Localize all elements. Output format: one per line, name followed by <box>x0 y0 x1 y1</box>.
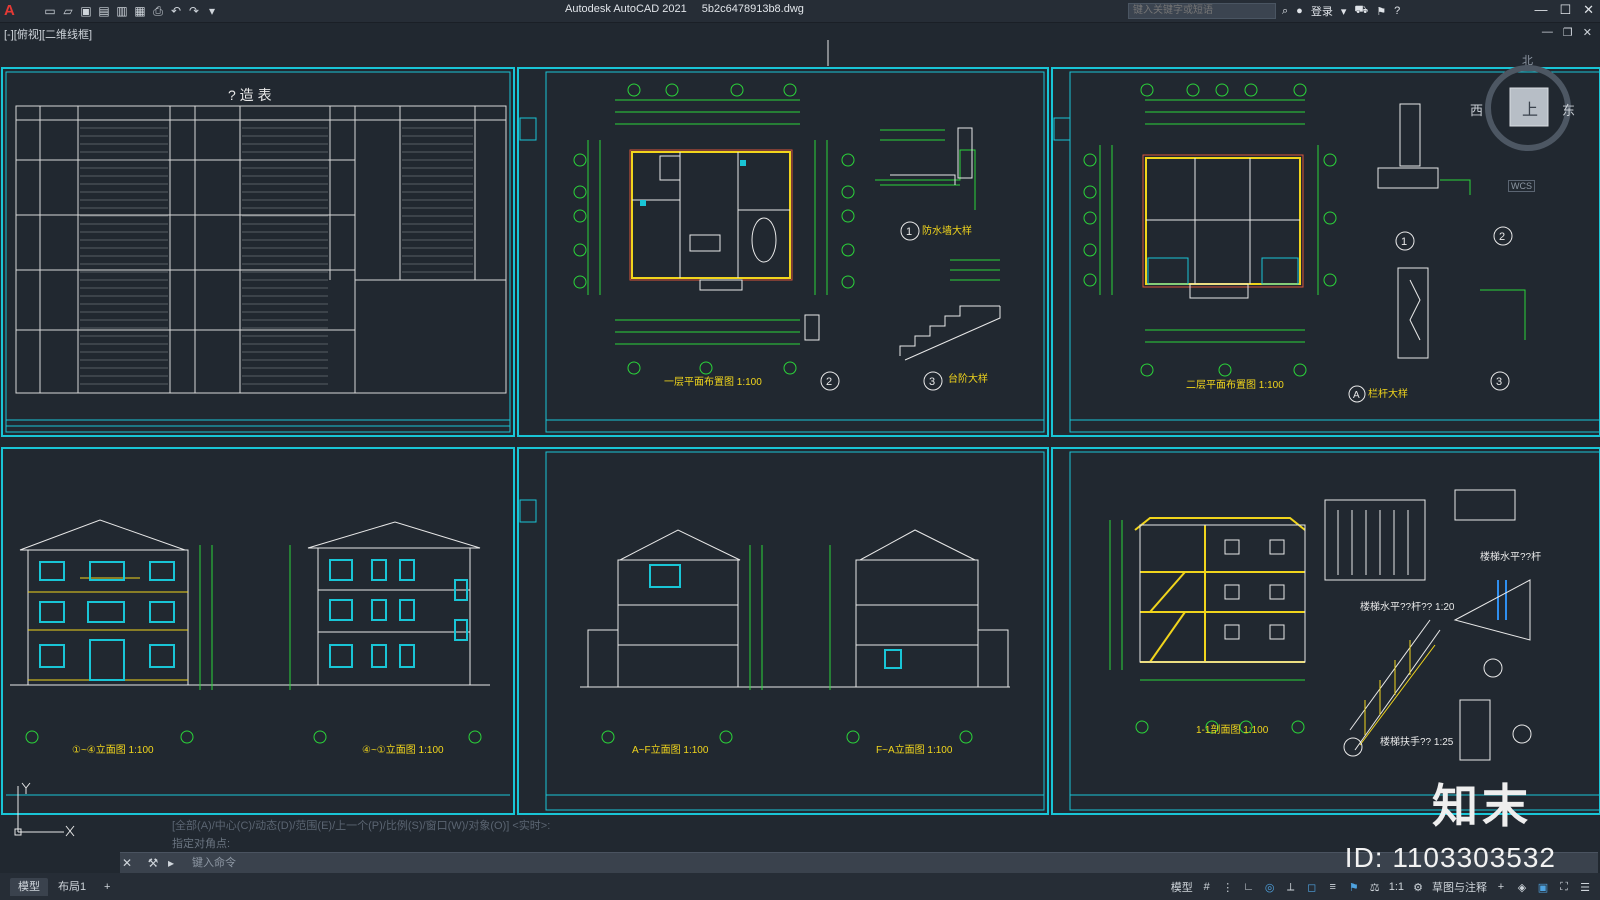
plus-icon[interactable]: + <box>1494 881 1508 893</box>
isolate-icon[interactable]: ◈ <box>1515 881 1529 894</box>
floor-plan-1-caption: 一层平面布置图 1:100 <box>664 376 762 388</box>
viewcube-top-label[interactable]: 上 <box>1522 96 1538 120</box>
sheet-elevation-1: ①~④立面图 1:100 ④~①立面图 1:100 <box>1 447 515 815</box>
command-customize-icon[interactable]: ⚒ <box>146 856 160 870</box>
osnap-icon[interactable]: ◻ <box>1305 881 1319 894</box>
viewcube-north[interactable]: 北 <box>1522 52 1533 68</box>
doc-restore-icon[interactable]: ❐ <box>1563 26 1573 39</box>
sheet-schedule: ? 造 表 <box>1 67 515 437</box>
publish-icon[interactable]: ▥ <box>114 3 130 19</box>
tab-model[interactable]: 模型 <box>10 878 48 896</box>
plot-icon[interactable]: ▦ <box>132 3 148 19</box>
gear-icon[interactable]: ⚙ <box>1411 881 1425 894</box>
status-tools: 模型 # ⋮ ∟ ◎ ⟂ ◻ ≡ ⚑ ⚖ 1:1 ⚙ 草图与注释 + ◈ ▣ ⛶… <box>1171 879 1592 895</box>
detail-1-number: 1 <box>906 226 912 238</box>
status-bar: 模型 布局1 + 模型 # ⋮ ∟ ◎ ⟂ ◻ ≡ ⚑ ⚖ 1:1 ⚙ 草图与注… <box>0 873 1600 900</box>
sheet-section: 1-1剖面图 1:100 楼梯水平??杆 楼梯水平??杆?? 1:20 楼梯扶手… <box>1051 447 1600 815</box>
clean-screen-icon[interactable]: ⛶ <box>1557 881 1571 894</box>
model-space-button[interactable]: 模型 <box>1171 879 1193 895</box>
detail-a-letter: A <box>1353 390 1360 401</box>
a360-icon[interactable]: ⚑ <box>1376 5 1386 18</box>
schedule-title: ? 造 表 <box>228 87 272 103</box>
save-icon[interactable]: ▣ <box>78 3 94 19</box>
viewcube[interactable]: 上 北 西 东 WCS <box>1470 55 1576 192</box>
autocad-logo[interactable]: A <box>4 2 20 19</box>
ucs-icon <box>14 782 75 837</box>
search-icon[interactable]: ⌕ <box>1282 5 1288 18</box>
login-link[interactable]: 登录 <box>1311 3 1333 19</box>
command-close-icon[interactable]: ✕ <box>120 856 134 870</box>
minimize-icon[interactable]: — <box>1534 2 1547 18</box>
detail-a-label: 栏杆大样 <box>1368 387 1408 400</box>
new-icon[interactable]: ▭ <box>42 3 58 19</box>
grid-icon[interactable]: # <box>1200 881 1214 893</box>
elevation-4-caption: F~A立面图 1:100 <box>876 743 953 756</box>
hardware-accel-icon[interactable]: ▣ <box>1536 881 1550 894</box>
scale-dropdown[interactable]: 1:1 <box>1389 881 1404 893</box>
close-icon[interactable]: ✕ <box>1583 2 1594 18</box>
chevron-down-icon[interactable]: ▾ <box>1341 5 1347 18</box>
add-layout-icon[interactable]: + <box>96 878 118 896</box>
search-input[interactable] <box>1128 3 1276 19</box>
viewcube-east[interactable]: 东 <box>1562 100 1575 119</box>
window-controls: — ☐ ✕ <box>1534 2 1594 18</box>
sheet-elevation-2: A~F立面图 1:100 F~A立面图 1:100 <box>517 447 1049 815</box>
redo-icon[interactable]: ↷ <box>186 3 202 19</box>
polar-icon[interactable]: ◎ <box>1263 881 1277 894</box>
title-bar: A ▭ ▱ ▣ ▤ ▥ ▦ ⎙ ↶ ↷ ▾ Autodesk AutoCAD 2… <box>0 0 1600 23</box>
workspace-dropdown[interactable]: 草图与注释 <box>1432 879 1487 895</box>
saveas-icon[interactable]: ▤ <box>96 3 112 19</box>
qat-menu-icon[interactable]: ▾ <box>204 3 220 19</box>
handrail-detail: 楼梯扶手?? 1:25 <box>1380 735 1454 748</box>
annotation-visibility-icon[interactable]: ⚑ <box>1347 881 1361 894</box>
quick-access-toolbar: ▭ ▱ ▣ ▤ ▥ ▦ ⎙ ↶ ↷ ▾ <box>42 3 220 19</box>
user-icon[interactable]: ● <box>1296 5 1303 17</box>
app-title: Autodesk AutoCAD 2021 <box>565 3 687 15</box>
undo-icon[interactable]: ↶ <box>168 3 184 19</box>
customize-menu-icon[interactable]: ☰ <box>1578 881 1592 894</box>
detail-1-label: 防水墙大样 <box>922 224 972 237</box>
elevation-1-caption: ①~④立面图 1:100 <box>72 743 154 756</box>
stair-rail-detail: 楼梯水平??杆?? 1:20 <box>1360 600 1455 613</box>
lineweight-icon[interactable]: ≡ <box>1326 881 1340 893</box>
window-title: Autodesk AutoCAD 2021 5b2c6478913b8.dwg <box>565 3 816 15</box>
wcs-menu[interactable]: WCS <box>1508 180 1535 192</box>
command-history-line-1: [全部(A)/中心(C)/动态(D)/范围(E)/上一个(P)/比例(S)/窗口… <box>172 820 551 832</box>
floor-plan-2-caption: 二层平面布置图 1:100 <box>1186 379 1284 391</box>
doc-minimize-icon[interactable]: — <box>1542 26 1553 39</box>
print-icon[interactable]: ⎙ <box>150 3 166 19</box>
maximize-icon[interactable]: ☐ <box>1559 2 1571 18</box>
open-icon[interactable]: ▱ <box>60 3 76 19</box>
watermark-id: ID: 1103303532 <box>1344 842 1556 873</box>
doc-close-icon[interactable]: ✕ <box>1583 26 1592 39</box>
detail-1b-number: 1 <box>1401 236 1407 248</box>
isodraft-icon[interactable]: ⟂ <box>1284 881 1298 894</box>
help-icon[interactable]: ? <box>1394 5 1400 17</box>
detail-3b-number: 3 <box>1496 376 1502 388</box>
viewcube-west[interactable]: 西 <box>1470 100 1483 119</box>
sheet-floor-plan-1: 1 防水墙大样 3 台阶大样 2 一层平面布置图 1:100 <box>517 67 1049 437</box>
detail-3-label: 台阶大样 <box>948 372 988 385</box>
file-name: 5b2c6478913b8.dwg <box>701 3 804 15</box>
title-tools: ⌕ ● 登录 ▾ ⛟ ⚑ ? <box>1282 3 1400 19</box>
elevation-3-caption: A~F立面图 1:100 <box>632 743 709 756</box>
detail-2-number: 2 <box>826 376 832 388</box>
command-history-line-2: 指定对角点: <box>172 838 231 850</box>
crosshair-cursor <box>827 40 829 66</box>
watermark-brand: 知末 <box>1432 780 1532 832</box>
drawing-window-controls: — ❐ ✕ <box>1542 26 1592 39</box>
elevation-2-caption: ④~①立面图 1:100 <box>362 743 444 756</box>
drawing-canvas[interactable]: ? 造 表 1 防水墙大样 3 台阶大样 2 一层平面布置图 1:100 1 2… <box>0 40 1600 850</box>
stair-rail-note: 楼梯水平??杆 <box>1480 550 1541 563</box>
annotation-scale-icon[interactable]: ⚖ <box>1368 881 1382 894</box>
cart-icon[interactable]: ⛟ <box>1354 4 1368 18</box>
recent-commands-icon[interactable]: ▸ <box>164 856 178 870</box>
ortho-icon[interactable]: ∟ <box>1242 881 1256 893</box>
snap-icon[interactable]: ⋮ <box>1221 881 1235 894</box>
tab-layout1[interactable]: 布局1 <box>50 878 94 896</box>
detail-2b-number: 2 <box>1499 231 1505 243</box>
section-caption: 1-1剖面图 1:100 <box>1196 723 1269 736</box>
detail-3-number: 3 <box>929 376 935 388</box>
command-input[interactable] <box>192 853 1492 873</box>
